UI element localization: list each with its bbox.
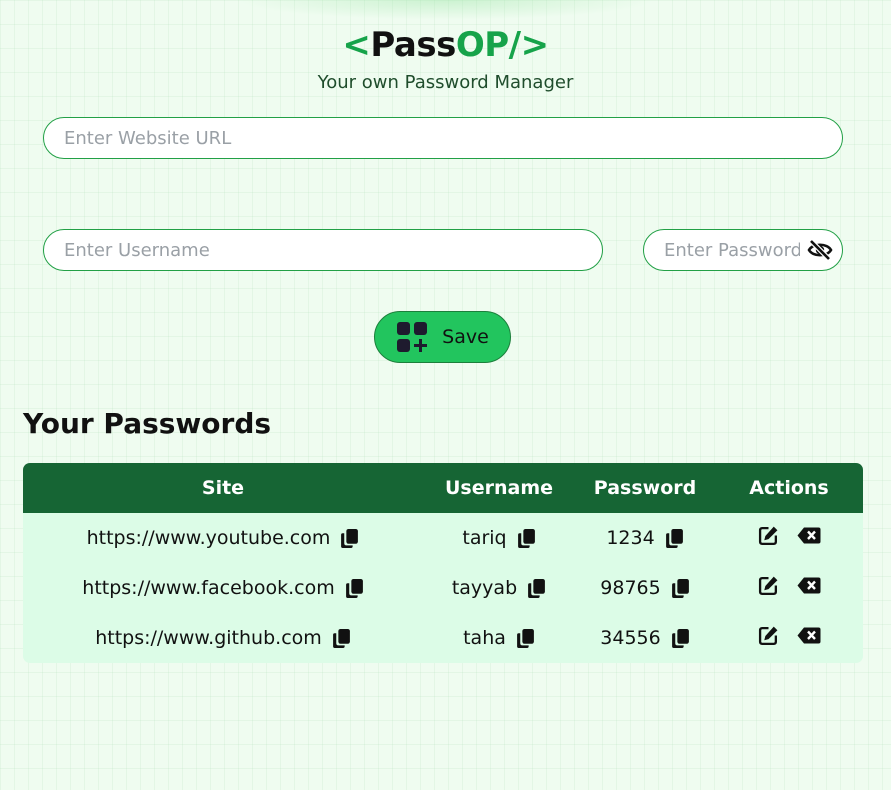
password-field: [643, 229, 843, 271]
edit-icon[interactable]: [758, 525, 779, 546]
username-cell: taha: [463, 627, 506, 649]
logo-close-bracket: >: [520, 25, 550, 65]
copy-icon[interactable]: [517, 528, 536, 549]
header-glow: [235, 0, 656, 20]
edit-icon[interactable]: [758, 575, 779, 596]
backspace-delete-icon[interactable]: [797, 627, 821, 644]
copy-icon[interactable]: [527, 578, 546, 599]
site-cell: https://www.youtube.com: [86, 527, 331, 549]
backspace-delete-icon[interactable]: [797, 577, 821, 594]
copy-icon[interactable]: [340, 528, 359, 549]
column-header-actions: Actions: [715, 463, 863, 513]
logo-open-bracket: <: [342, 25, 371, 65]
website-url-input[interactable]: [43, 117, 843, 159]
username-input[interactable]: [43, 229, 603, 271]
app-logo: <PassOP/>: [0, 25, 891, 65]
table-header-row: Site Username Password Actions: [23, 463, 863, 513]
copy-icon[interactable]: [671, 578, 690, 599]
password-cell: 34556: [600, 627, 661, 649]
site-cell: https://www.facebook.com: [82, 577, 335, 599]
password-cell: 98765: [600, 577, 661, 599]
add-grid-icon: [396, 321, 428, 353]
copy-icon[interactable]: [516, 628, 535, 649]
table-row: https://www.youtube.com tariq 1234: [23, 513, 863, 563]
edit-icon[interactable]: [758, 625, 779, 646]
passwords-section-title: Your Passwords: [23, 407, 272, 440]
save-button-label: Save: [442, 326, 489, 348]
save-button[interactable]: Save: [374, 311, 511, 363]
app-subtitle: Your own Password Manager: [317, 72, 574, 93]
eye-slash-icon[interactable]: [807, 238, 833, 262]
copy-icon[interactable]: [345, 578, 364, 599]
logo-pass-text: Pass: [370, 25, 456, 65]
column-header-username: Username: [423, 463, 575, 513]
copy-icon[interactable]: [671, 628, 690, 649]
site-cell: https://www.github.com: [95, 627, 322, 649]
passwords-table: Site Username Password Actions https://w…: [23, 463, 863, 663]
backspace-delete-icon[interactable]: [797, 527, 821, 544]
copy-icon[interactable]: [332, 628, 351, 649]
username-cell: tariq: [462, 527, 507, 549]
table-row: https://www.facebook.com tayyab 98765: [23, 563, 863, 613]
table-row: https://www.github.com taha 34556: [23, 613, 863, 663]
password-cell: 1234: [606, 527, 655, 549]
logo-op-text: OP/: [455, 25, 521, 65]
username-cell: tayyab: [451, 577, 518, 599]
column-header-site: Site: [23, 463, 423, 513]
copy-icon[interactable]: [665, 528, 684, 549]
column-header-password: Password: [575, 463, 715, 513]
